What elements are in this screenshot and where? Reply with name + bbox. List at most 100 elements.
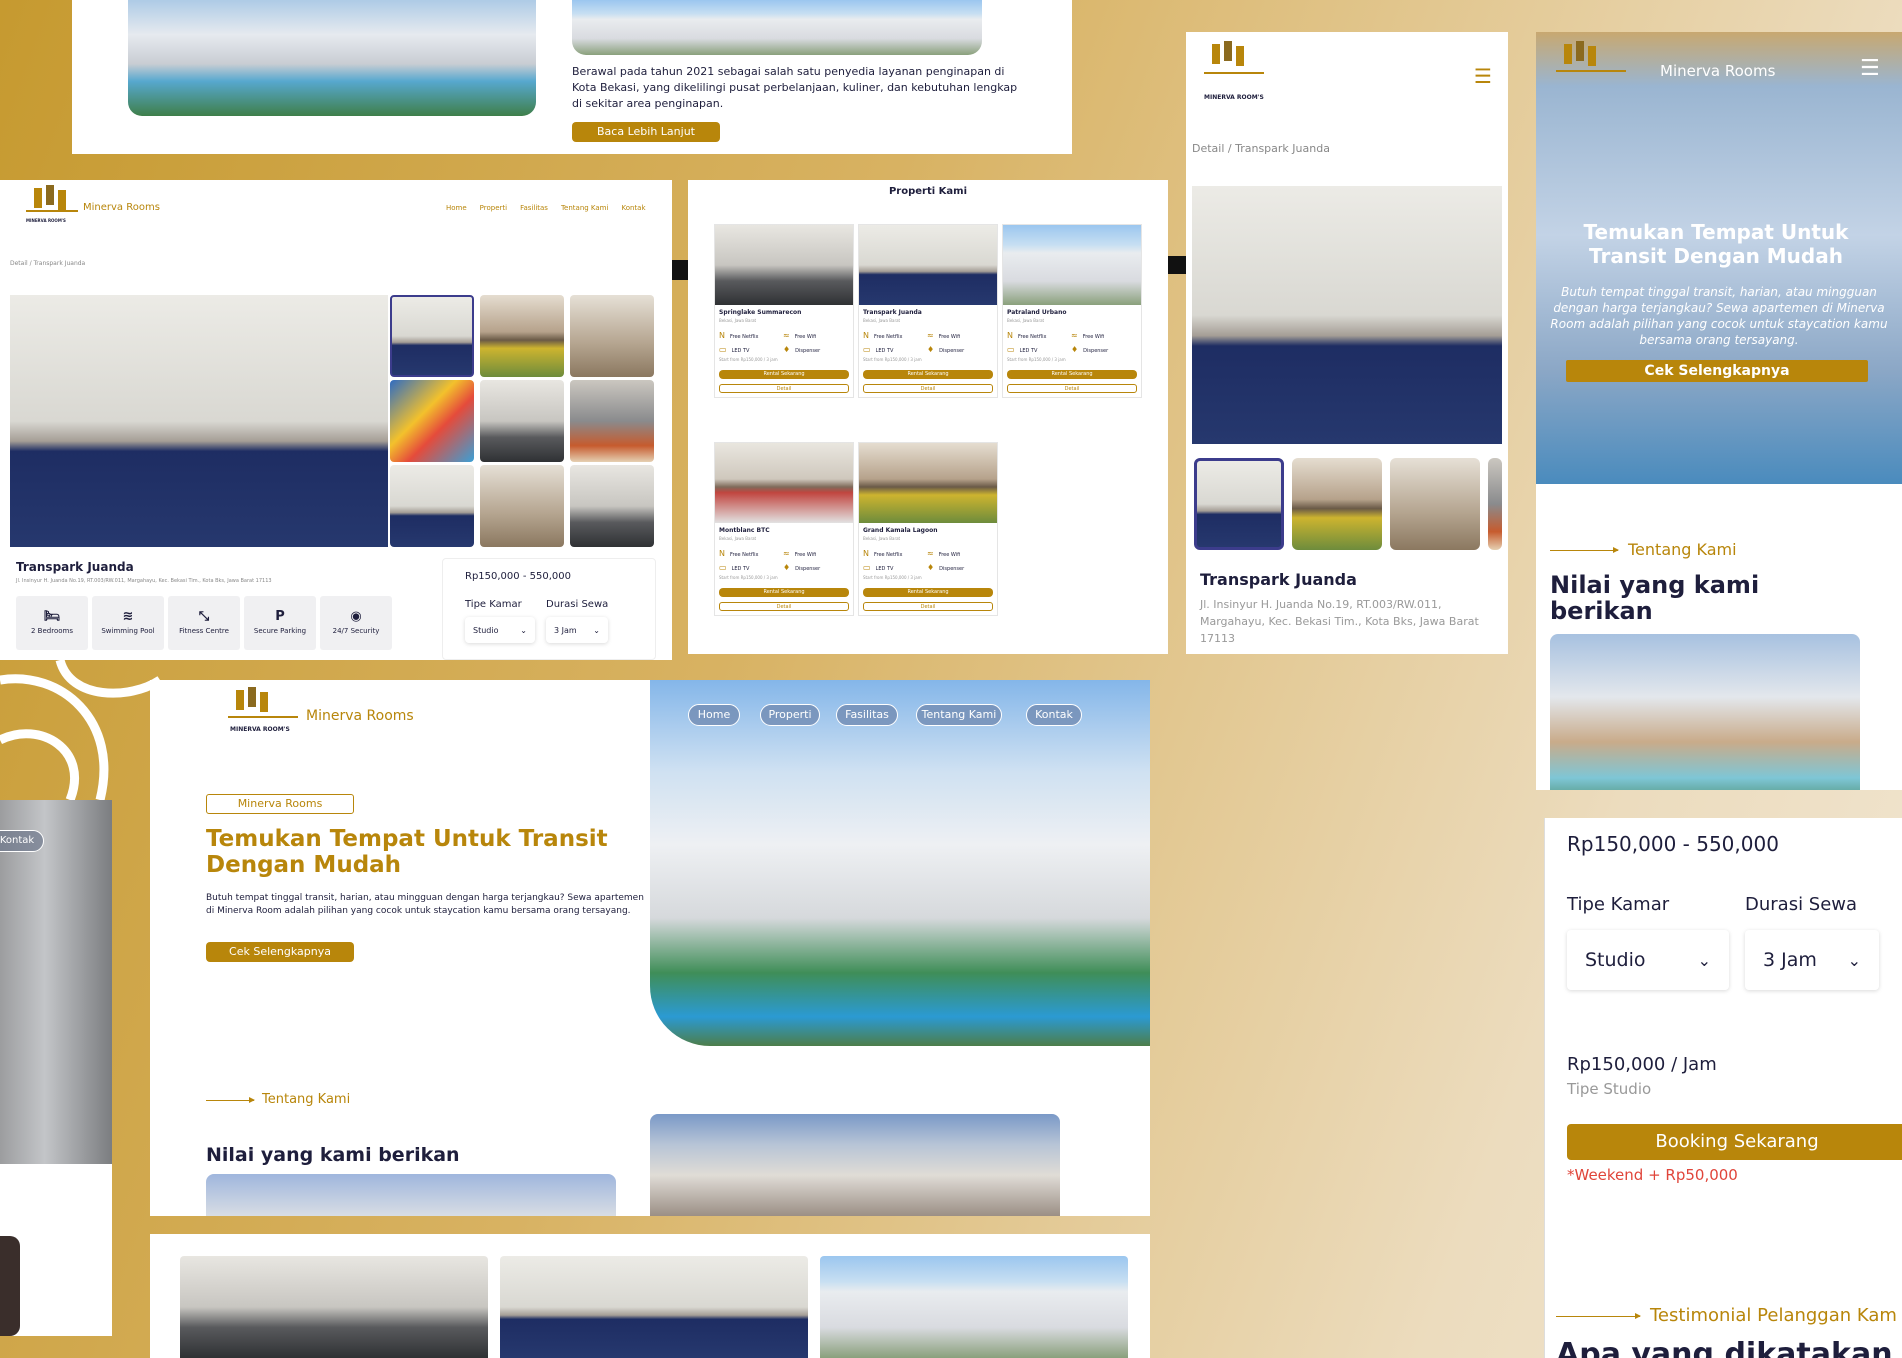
property-card[interactable]: Patraland Urbano Bekasi, Jawa Barat N Free … [1002, 224, 1142, 398]
property-location: Bekasi, Jawa Barat [719, 536, 757, 541]
cta-button[interactable]: Cek Selengkapnya [1566, 360, 1868, 382]
nav-kontak[interactable]: Kontak [621, 204, 645, 212]
thumb-4[interactable] [390, 380, 474, 462]
rent-button[interactable]: Rental Sekarang [719, 588, 849, 597]
rent-button[interactable]: Rental Sekarang [863, 370, 993, 379]
property-card[interactable]: Transpark Juanda Bekasi, Jawa Barat N Free … [858, 224, 998, 398]
property-card[interactable]: Springlake Summarecon Bekasi, Jawa Barat N… [714, 224, 854, 398]
nav-fasilitas[interactable]: Fasilitas [836, 704, 898, 726]
duration-select[interactable]: 3 Jam ⌄ [546, 617, 608, 643]
main-photo[interactable] [1192, 186, 1502, 444]
hamburger-menu-icon[interactable]: ☰ [1474, 64, 1492, 88]
thumb-2[interactable] [480, 295, 564, 377]
bed-icon: 🛏 [43, 609, 61, 624]
about-text: Berawal pada tahun 2021 sebagai salah sa… [572, 65, 1018, 110]
property-name: Grand Kamala Lagoon [863, 527, 938, 534]
tower-photo [572, 0, 982, 55]
separator-1 [672, 260, 688, 280]
thumb-5[interactable] [480, 380, 564, 462]
about-heading: Nilai yang kami berikan [206, 1144, 460, 1166]
netflix-icon: N [863, 331, 869, 340]
amenity-security: ◉ 24/7 Security [320, 596, 392, 650]
nav-tentang-kami[interactable]: Tentang Kami [561, 204, 609, 212]
price-range: Rp150,000 - 550,000 [1567, 832, 1779, 856]
arrow-icon [206, 1097, 255, 1103]
nav-kontak[interactable]: Kontak [1026, 704, 1082, 726]
thumb-6[interactable] [570, 380, 654, 462]
detail-button[interactable]: Detail [719, 384, 849, 393]
property-card[interactable]: Grand Kamala Lagoon Bekasi, Jawa Barat N Fr… [858, 442, 998, 616]
property-photo [715, 443, 853, 523]
duration-select[interactable]: 3 Jam ⌄ [1745, 930, 1879, 990]
nav-tentang-kami[interactable]: Tentang Kami [916, 704, 1002, 726]
amenity-parking: P Secure Parking [244, 596, 316, 650]
amenity-bedrooms: 🛏 2 Bedrooms [16, 596, 88, 650]
rent-button[interactable]: Rental Sekarang [719, 370, 849, 379]
nav-kontak[interactable]: Kontak [0, 830, 44, 852]
nav-properti[interactable]: Properti [480, 204, 507, 212]
room-type-label: Tipe Kamar [1567, 894, 1670, 915]
detail-button[interactable]: Detail [863, 602, 993, 611]
logo-text: MINERVA ROOM'S [1204, 94, 1264, 101]
tv-icon: ▭ [719, 563, 727, 572]
properties-heading: Properti Kami [888, 186, 968, 197]
main-photo[interactable] [10, 295, 388, 547]
nav-home[interactable]: Home [446, 204, 467, 212]
property-card[interactable]: Montblanc BTC Bekasi, Jawa Barat N Free Net… [714, 442, 854, 616]
thumb-3[interactable] [1390, 458, 1480, 550]
nav-properti[interactable]: Properti [760, 704, 820, 726]
nav-home[interactable]: Home [688, 704, 740, 726]
feature-item: ♦ Dispenser [783, 345, 821, 354]
breadcrumb[interactable]: Detail / Transpark Juanda [1192, 142, 1330, 155]
thumb-3[interactable] [570, 295, 654, 377]
property-list-panel: Properti Kami Springlake Summarecon Bekas… [688, 180, 1168, 654]
thumb-7[interactable] [390, 465, 474, 547]
detail-button[interactable]: Detail [863, 384, 993, 393]
room-type-select[interactable]: Studio ⌄ [465, 617, 535, 643]
thumb-2[interactable] [1292, 458, 1382, 550]
feature-item: N Free Netflix [719, 549, 759, 558]
feature-item: ♦ Dispenser [783, 563, 821, 572]
detail-button[interactable]: Detail [1007, 384, 1137, 393]
property-photo [859, 225, 997, 305]
feature-item: ▭ LED TV [863, 563, 894, 572]
price-text: Start from Rp150,000 / 3 jam [719, 575, 778, 580]
thumb-8[interactable] [480, 465, 564, 547]
room-photo-1 [180, 1256, 488, 1358]
cta-button[interactable]: Cek Selengkapnya [206, 942, 354, 962]
chevron-down-icon: ⌄ [593, 625, 600, 635]
brand-name: Minerva Rooms [306, 708, 414, 724]
top-nav: Home Properti Fasilitas Tentang Kami Kon… [446, 204, 646, 212]
swimming-pool-icon: ≋ [122, 609, 134, 624]
read-more-button[interactable]: Baca Lebih Lanjut [572, 122, 720, 142]
nav-fasilitas[interactable]: Fasilitas [520, 204, 548, 212]
logo-icon [228, 688, 298, 718]
feature-item: ♦ Dispenser [927, 345, 965, 354]
detail-button[interactable]: Detail [719, 602, 849, 611]
building-photo [0, 800, 112, 1164]
property-location: Bekasi, Jawa Barat [1007, 318, 1045, 323]
thumb-9[interactable] [570, 465, 654, 547]
hero-text: Butuh tempat tinggal transit, harian, at… [1550, 285, 1888, 347]
property-name: Transpark Juanda [863, 309, 922, 316]
thumb-1[interactable] [390, 295, 474, 377]
thumb-1[interactable] [1194, 458, 1284, 550]
feature-item: ♦ Dispenser [1071, 345, 1109, 354]
bottom-photos-panel [150, 1234, 1150, 1358]
thumb-4[interactable] [1488, 458, 1502, 550]
hero-photo [650, 680, 1150, 1046]
breadcrumb[interactable]: Detail / Transpark Juanda [10, 260, 85, 267]
price-text: Start from Rp150,000 / 3 jam [863, 357, 922, 362]
room-type-select[interactable]: Studio ⌄ [1567, 930, 1729, 990]
price-text: Start from Rp150,000 / 3 jam [863, 575, 922, 580]
wifi-icon: ≈ [927, 331, 934, 340]
duration-label: Durasi Sewa [546, 599, 609, 610]
chevron-down-icon: ⌄ [520, 625, 527, 635]
netflix-icon: N [1007, 331, 1013, 340]
booking-button[interactable]: Booking Sekarang [1567, 1124, 1902, 1160]
security-camera-icon: ◉ [350, 609, 362, 624]
rent-button[interactable]: Rental Sekarang [1007, 370, 1137, 379]
netflix-icon: N [719, 331, 725, 340]
rent-button[interactable]: Rental Sekarang [863, 588, 993, 597]
hamburger-menu-icon[interactable]: ☰ [1860, 56, 1880, 81]
